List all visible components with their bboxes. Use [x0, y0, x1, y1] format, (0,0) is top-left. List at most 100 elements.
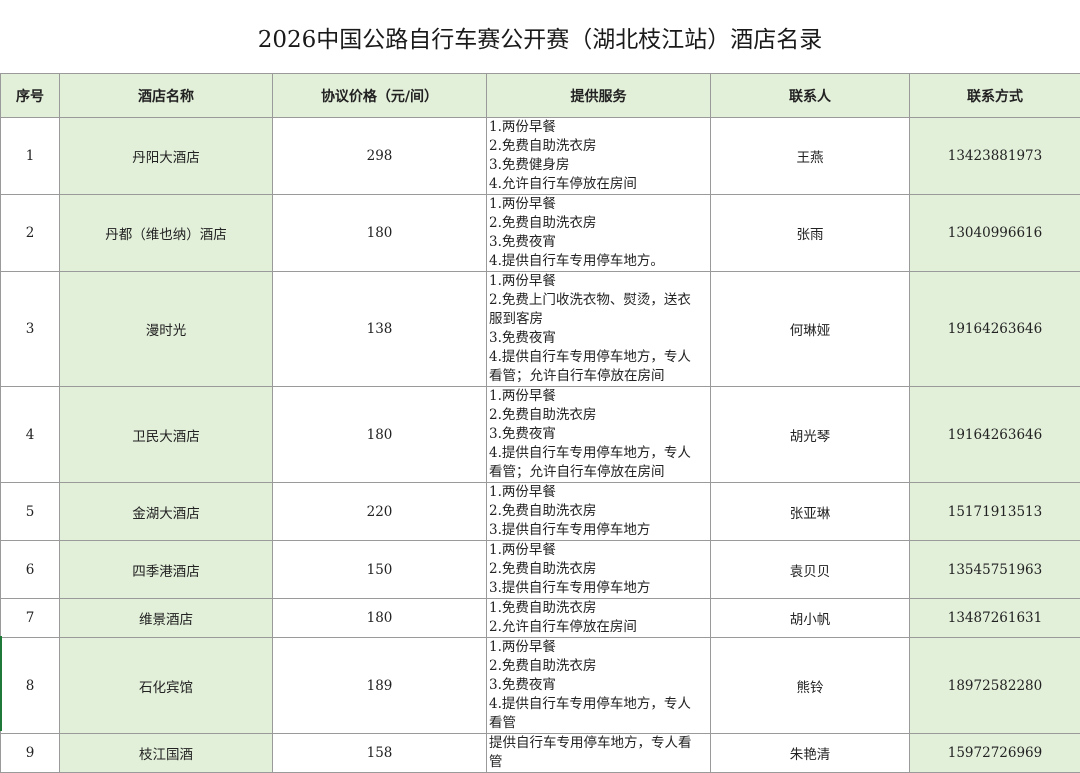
- cell-hotel-name[interactable]: 四季港酒店: [60, 541, 273, 599]
- cell-hotel-name[interactable]: 金湖大酒店: [60, 483, 273, 541]
- cell-phone[interactable]: 19164263646: [910, 387, 1080, 483]
- table-row: 6四季港酒店1501.两份早餐2.免费自助洗衣房3.提供自行车专用停车地方袁贝贝…: [1, 541, 1080, 599]
- cell-phone[interactable]: 15972726969: [910, 734, 1080, 773]
- cell-phone[interactable]: 13487261631: [910, 599, 1080, 638]
- cell-contact[interactable]: 朱艳清: [711, 734, 910, 773]
- service-line: 4.提供自行车专用停车地方，专人: [489, 348, 710, 367]
- service-line: 1.免费自助洗衣房: [489, 599, 710, 618]
- service-line: 1.两份早餐: [489, 483, 710, 502]
- service-line: 2.允许自行车停放在房间: [489, 618, 710, 637]
- cell-contact[interactable]: 胡小帆: [711, 599, 910, 638]
- cell-hotel-name[interactable]: 维景酒店: [60, 599, 273, 638]
- service-line: 1.两份早餐: [489, 272, 710, 291]
- cell-price[interactable]: 138: [273, 272, 487, 387]
- table-row: 4卫民大酒店1801.两份早餐2.免费自助洗衣房3.免费夜宵4.提供自行车专用停…: [1, 387, 1080, 483]
- cell-phone[interactable]: 15171913513: [910, 483, 1080, 541]
- service-line: 看管；允许自行车停放在房间: [489, 367, 710, 386]
- cell-contact[interactable]: 熊铃: [711, 638, 910, 734]
- cell-services[interactable]: 1.两份早餐2.免费自助洗衣房3.免费健身房4.允许自行车停放在房间: [487, 118, 711, 195]
- header-contact[interactable]: 联系人: [711, 74, 910, 118]
- cell-price[interactable]: 158: [273, 734, 487, 773]
- service-line: 4.允许自行车停放在房间: [489, 175, 710, 194]
- service-line: 3.免费夜宵: [489, 329, 710, 348]
- hotel-table: 序号 酒店名称 协议价格（元/间） 提供服务 联系人 联系方式 1丹阳大酒店29…: [0, 73, 1080, 773]
- cell-hotel-name[interactable]: 卫民大酒店: [60, 387, 273, 483]
- table-row: 7维景酒店1801.免费自助洗衣房2.允许自行车停放在房间胡小帆13487261…: [1, 599, 1080, 638]
- service-line: 2.免费自助洗衣房: [489, 657, 710, 676]
- service-line: 3.免费健身房: [489, 156, 710, 175]
- cell-services[interactable]: 1.两份早餐2.免费上门收洗衣物、熨烫，送衣服到客房3.免费夜宵4.提供自行车专…: [487, 272, 711, 387]
- service-line: 3.免费夜宵: [489, 233, 710, 252]
- cell-no[interactable]: 3: [1, 272, 60, 387]
- cell-hotel-name[interactable]: 石化宾馆: [60, 638, 273, 734]
- cell-services[interactable]: 1.两份早餐2.免费自助洗衣房3.提供自行车专用停车地方: [487, 541, 711, 599]
- cell-price[interactable]: 298: [273, 118, 487, 195]
- cell-price[interactable]: 189: [273, 638, 487, 734]
- service-line: 2.免费自助洗衣房: [489, 137, 710, 156]
- cell-no[interactable]: 8: [1, 638, 60, 734]
- cell-hotel-name[interactable]: 丹都（维也纳）酒店: [60, 195, 273, 272]
- hotel-directory-page: 2026中国公路自行车赛公开赛（湖北枝江站）酒店名录 序号 酒店名称 协议价格（…: [0, 0, 1080, 772]
- cell-phone[interactable]: 18972582280: [910, 638, 1080, 734]
- header-phone[interactable]: 联系方式: [910, 74, 1080, 118]
- service-line: 4.提供自行车专用停车地方。: [489, 252, 710, 271]
- cell-no[interactable]: 5: [1, 483, 60, 541]
- header-services[interactable]: 提供服务: [487, 74, 711, 118]
- cell-phone[interactable]: 13040996616: [910, 195, 1080, 272]
- service-line: 3.免费夜宵: [489, 676, 710, 695]
- cell-services[interactable]: 1.两份早餐2.免费自助洗衣房3.免费夜宵4.提供自行车专用停车地方，专人看管: [487, 638, 711, 734]
- service-line: 2.免费自助洗衣房: [489, 502, 710, 521]
- cell-services[interactable]: 1.两份早餐2.免费自助洗衣房3.提供自行车专用停车地方: [487, 483, 711, 541]
- service-line: 1.两份早餐: [489, 195, 710, 214]
- table-row: 8石化宾馆1891.两份早餐2.免费自助洗衣房3.免费夜宵4.提供自行车专用停车…: [1, 638, 1080, 734]
- page-title: 2026中国公路自行车赛公开赛（湖北枝江站）酒店名录: [0, 0, 1080, 74]
- cell-price[interactable]: 180: [273, 599, 487, 638]
- service-line: 2.免费自助洗衣房: [489, 406, 710, 425]
- cell-no[interactable]: 7: [1, 599, 60, 638]
- cell-no[interactable]: 9: [1, 734, 60, 773]
- cell-hotel-name[interactable]: 枝江国酒: [60, 734, 273, 773]
- cell-contact[interactable]: 张雨: [711, 195, 910, 272]
- table-row: 9枝江国酒158提供自行车专用停车地方，专人看管朱艳清15972726969: [1, 734, 1080, 773]
- cell-contact[interactable]: 何琳娅: [711, 272, 910, 387]
- cell-price[interactable]: 220: [273, 483, 487, 541]
- cell-no[interactable]: 4: [1, 387, 60, 483]
- row-selection-indicator: [0, 636, 2, 731]
- cell-hotel-name[interactable]: 漫时光: [60, 272, 273, 387]
- cell-price[interactable]: 180: [273, 195, 487, 272]
- cell-contact[interactable]: 王燕: [711, 118, 910, 195]
- cell-services[interactable]: 1.两份早餐2.免费自助洗衣房3.免费夜宵4.提供自行车专用停车地方。: [487, 195, 711, 272]
- service-line: 看管；允许自行车停放在房间: [489, 463, 710, 482]
- cell-price[interactable]: 150: [273, 541, 487, 599]
- header-price[interactable]: 协议价格（元/间）: [273, 74, 487, 118]
- cell-price[interactable]: 180: [273, 387, 487, 483]
- cell-services[interactable]: 1.免费自助洗衣房2.允许自行车停放在房间: [487, 599, 711, 638]
- cell-phone[interactable]: 13545751963: [910, 541, 1080, 599]
- cell-phone[interactable]: 13423881973: [910, 118, 1080, 195]
- cell-services[interactable]: 提供自行车专用停车地方，专人看管: [487, 734, 711, 773]
- cell-no[interactable]: 6: [1, 541, 60, 599]
- cell-services[interactable]: 1.两份早餐2.免费自助洗衣房3.免费夜宵4.提供自行车专用停车地方，专人看管；…: [487, 387, 711, 483]
- service-line: 4.提供自行车专用停车地方，专人: [489, 444, 710, 463]
- service-line: 1.两份早餐: [489, 541, 710, 560]
- service-line: 3.提供自行车专用停车地方: [489, 521, 710, 540]
- service-line: 2.免费自助洗衣房: [489, 214, 710, 233]
- service-line: 1.两份早餐: [489, 638, 710, 657]
- cell-no[interactable]: 2: [1, 195, 60, 272]
- service-line: 1.两份早餐: [489, 387, 710, 406]
- cell-phone[interactable]: 19164263646: [910, 272, 1080, 387]
- cell-no[interactable]: 1: [1, 118, 60, 195]
- cell-hotel-name[interactable]: 丹阳大酒店: [60, 118, 273, 195]
- header-no[interactable]: 序号: [1, 74, 60, 118]
- cell-contact[interactable]: 张亚琳: [711, 483, 910, 541]
- header-row: 序号 酒店名称 协议价格（元/间） 提供服务 联系人 联系方式: [1, 74, 1080, 118]
- service-line: 提供自行车专用停车地方，专人看: [489, 734, 710, 753]
- table-row: 3漫时光1381.两份早餐2.免费上门收洗衣物、熨烫，送衣服到客房3.免费夜宵4…: [1, 272, 1080, 387]
- header-hotel-name[interactable]: 酒店名称: [60, 74, 273, 118]
- cell-contact[interactable]: 胡光琴: [711, 387, 910, 483]
- cell-contact[interactable]: 袁贝贝: [711, 541, 910, 599]
- service-line: 3.提供自行车专用停车地方: [489, 579, 710, 598]
- table-row: 5金湖大酒店2201.两份早餐2.免费自助洗衣房3.提供自行车专用停车地方张亚琳…: [1, 483, 1080, 541]
- service-line: 管: [489, 753, 710, 772]
- service-line: 1.两份早餐: [489, 118, 710, 137]
